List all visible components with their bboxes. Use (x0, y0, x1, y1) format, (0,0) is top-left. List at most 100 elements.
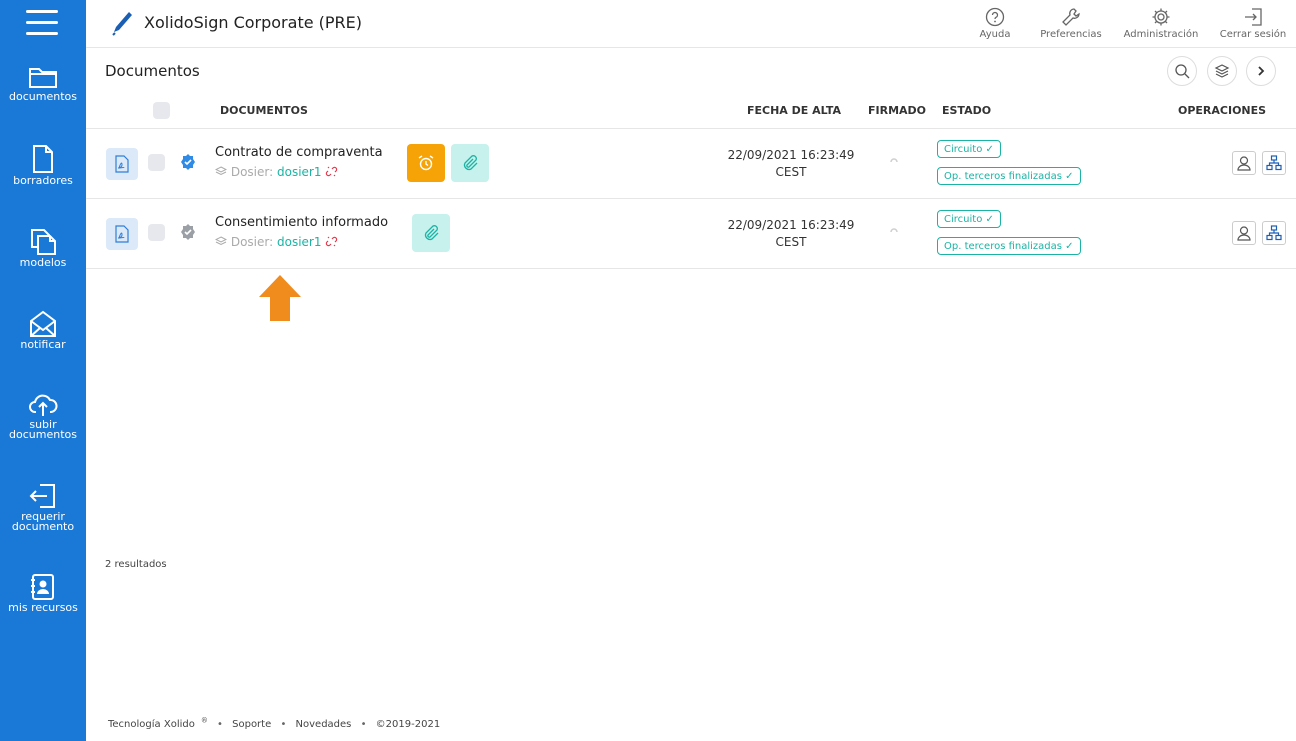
footer: Tecnología Xolido ® • Soporte • Novedades… (108, 717, 446, 730)
row-checkbox[interactable] (148, 154, 165, 171)
results-count: 2 resultados (105, 559, 167, 570)
next-button[interactable] (1246, 56, 1276, 86)
dosier-link[interactable]: dosier1 (277, 165, 322, 179)
help-label: Ayuda (979, 29, 1011, 40)
wrench-icon (1062, 8, 1080, 26)
verified-badge-icon (181, 154, 195, 170)
logout-icon (1245, 8, 1262, 26)
envelope-icon (30, 310, 56, 337)
status-badge-op-terceros: Op. terceros finalizadas ✓ (937, 237, 1081, 255)
broken-link-icon[interactable] (325, 165, 338, 178)
layers-icon (1214, 64, 1230, 78)
preferences-button[interactable]: Preferencias (1038, 7, 1104, 40)
top-bar: XolidoSign Corporate (PRE) Ayuda Prefere… (86, 0, 1296, 48)
alarm-button[interactable] (407, 144, 445, 182)
help-icon (985, 7, 1005, 27)
date-value: 22/09/2021 16:23:49 (727, 148, 855, 162)
row-checkbox[interactable] (148, 224, 165, 241)
preferences-label: Preferencias (1040, 29, 1102, 40)
footer-separator: • (360, 719, 367, 731)
column-header-estado[interactable]: ESTADO (942, 104, 991, 117)
layers-icon (214, 166, 228, 176)
column-header-operaciones: OPERACIONES (1178, 104, 1267, 117)
file-icon (33, 145, 53, 173)
sidebar-item-mis-recursos[interactable]: mis recursos (0, 573, 86, 613)
status-badge-circuito: Circuito ✓ (937, 140, 1001, 158)
copy-icon (31, 229, 56, 255)
user-operation-button[interactable] (1232, 151, 1256, 175)
status-badge-circuito: Circuito ✓ (937, 210, 1001, 228)
app-title: XolidoSign Corporate (PRE) (144, 13, 362, 32)
footer-link-novedades[interactable]: Novedades (296, 719, 352, 730)
column-header-documentos[interactable]: DOCUMENTOS (220, 104, 308, 117)
badge-label: Circuito (944, 214, 983, 225)
document-name[interactable]: Contrato de compraventa (215, 145, 383, 160)
logout-button[interactable]: Cerrar sesión (1218, 7, 1288, 40)
attachment-button[interactable] (451, 144, 489, 182)
help-button[interactable]: Ayuda (976, 7, 1014, 40)
loading-spinner-icon (890, 228, 898, 233)
table-row: Consentimiento informado Dosier: dosier1… (86, 199, 1296, 269)
pdf-button[interactable] (106, 148, 138, 180)
paperclip-icon (463, 155, 478, 171)
badge-label: Op. terceros finalizadas (944, 241, 1062, 252)
sitemap-icon (1266, 225, 1282, 241)
sidebar: documentos borradores modelos notificar … (0, 0, 86, 741)
sidebar-item-label: documento (11, 520, 75, 533)
sidebar-item-label: notificar (20, 338, 66, 351)
contact-book-icon (31, 574, 54, 600)
badge-label: Circuito (944, 144, 983, 155)
user-operation-button[interactable] (1232, 221, 1256, 245)
check-icon: ✓ (985, 144, 994, 155)
logout-label: Cerrar sesión (1219, 29, 1287, 40)
pdf-file-icon (115, 155, 129, 173)
search-button[interactable] (1167, 56, 1197, 86)
dosier-link[interactable]: dosier1 (277, 235, 322, 249)
annotation-arrow-icon (259, 275, 301, 321)
date-cell: 22/09/2021 16:23:49 CEST (726, 217, 856, 251)
user-icon (1237, 226, 1251, 241)
sidebar-item-subir-documentos[interactable]: subir documentos (0, 392, 86, 440)
workflow-operation-button[interactable] (1262, 221, 1286, 245)
check-icon: ✓ (985, 214, 994, 225)
dosier-info: Dosier: dosier1 (214, 165, 338, 179)
sidebar-item-requerir-documento[interactable]: requerir documento (0, 482, 86, 532)
sidebar-item-modelos[interactable]: modelos (0, 226, 86, 268)
administration-button[interactable]: Administración (1121, 7, 1201, 40)
verified-badge-icon (181, 224, 195, 240)
dosier-info: Dosier: dosier1 (214, 235, 338, 249)
footer-separator: • (217, 719, 223, 731)
sidebar-item-label: modelos (19, 256, 67, 269)
footer-copyright: ©2019-2021 (375, 719, 441, 731)
dosier-label: Dosier: (230, 235, 274, 249)
sidebar-item-notificar[interactable]: notificar (0, 310, 86, 350)
document-name[interactable]: Consentimiento informado (215, 215, 388, 230)
pen-icon (112, 12, 132, 36)
sidebar-item-label: documentos (9, 428, 77, 441)
date-cell: 22/09/2021 16:23:49 CEST (726, 147, 856, 181)
broken-link-icon[interactable] (325, 235, 338, 248)
check-icon: ✓ (1065, 171, 1074, 182)
alarm-clock-icon (418, 155, 434, 171)
chevron-right-icon (1258, 66, 1265, 76)
pdf-button[interactable] (106, 218, 138, 250)
sidebar-item-documentos[interactable]: documentos (0, 64, 86, 102)
menu-icon[interactable] (26, 10, 58, 38)
select-all-checkbox[interactable] (153, 102, 170, 119)
paperclip-icon (424, 225, 439, 241)
layers-button[interactable] (1207, 56, 1237, 86)
login-icon (29, 484, 55, 508)
footer-link-soporte[interactable]: Soporte (232, 719, 271, 730)
footer-brand: Tecnología Xolido (108, 719, 195, 731)
sidebar-item-label: mis recursos (8, 601, 78, 614)
registered-mark: ® (200, 717, 208, 725)
user-icon (1237, 156, 1251, 171)
sidebar-item-borradores[interactable]: borradores (0, 144, 86, 186)
attachment-button[interactable] (412, 214, 450, 252)
column-header-firmado[interactable]: FIRMADO (868, 104, 926, 117)
dosier-label: Dosier: (230, 165, 274, 179)
timezone-value: CEST (775, 165, 807, 179)
column-header-fecha[interactable]: FECHA DE ALTA (747, 104, 841, 117)
timezone-value: CEST (775, 235, 807, 249)
workflow-operation-button[interactable] (1262, 151, 1286, 175)
